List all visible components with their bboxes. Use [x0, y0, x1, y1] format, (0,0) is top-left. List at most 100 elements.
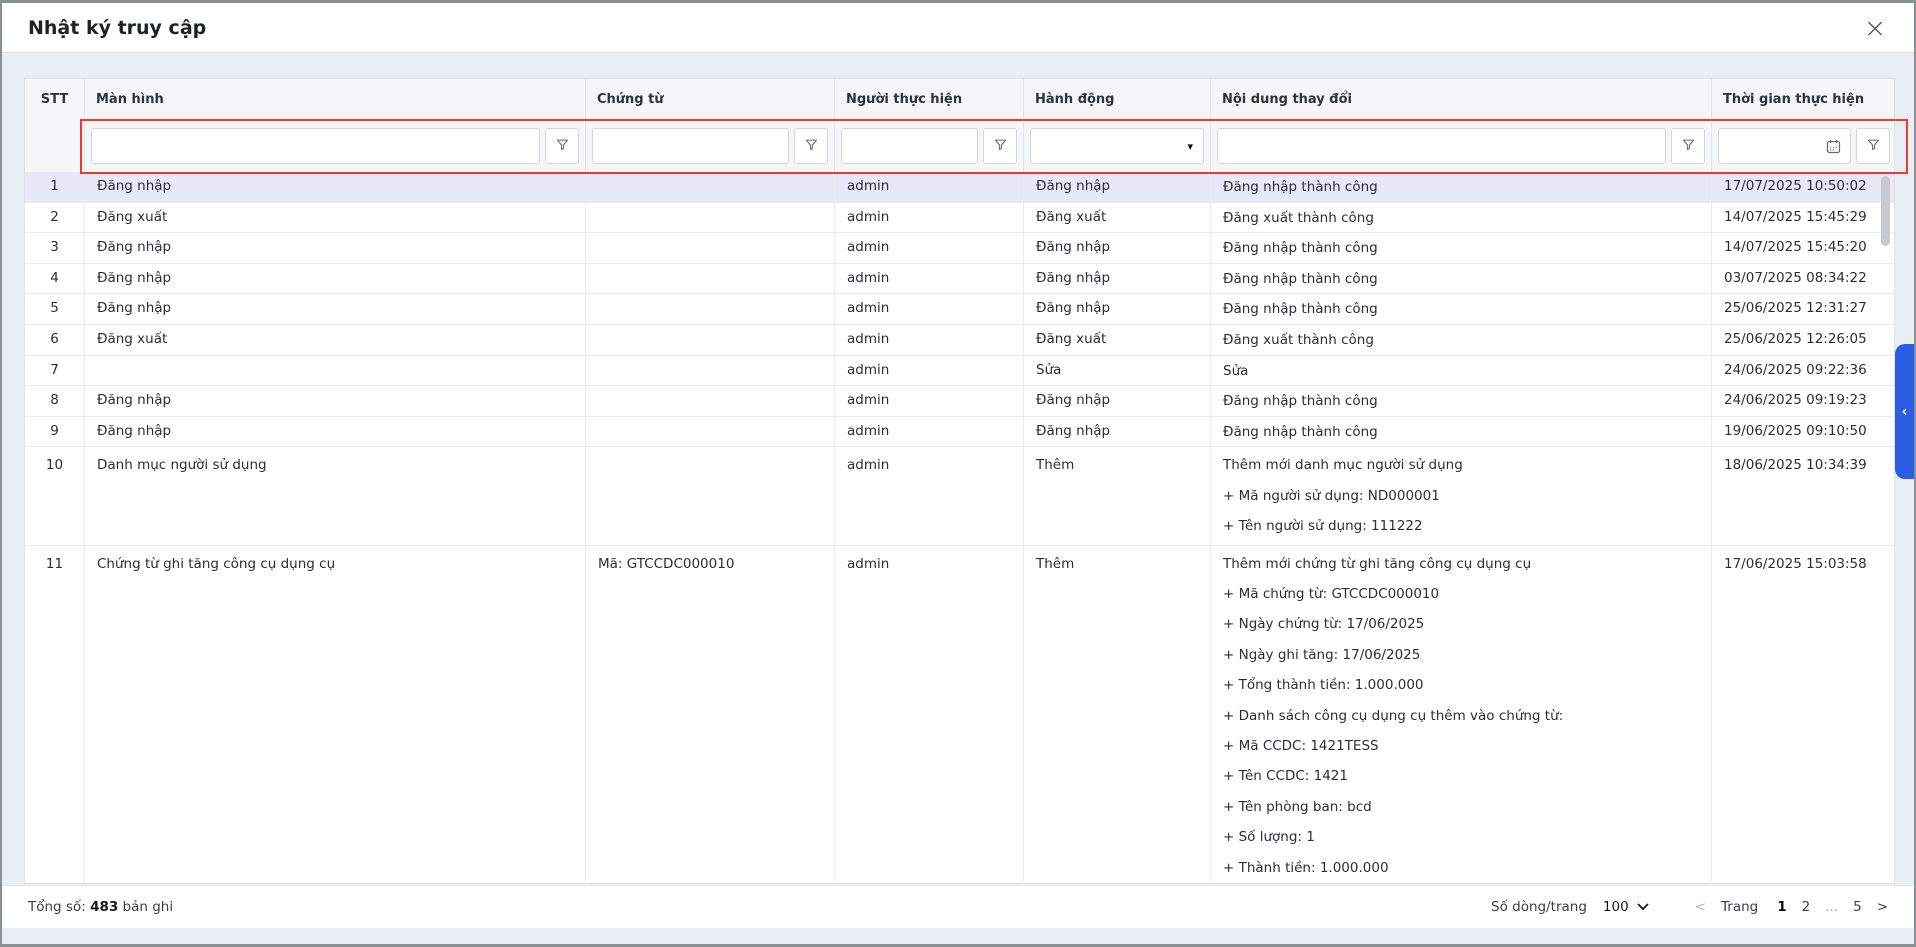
cell-noi-dung-thay-doi: Thêm mới danh mục người sử dụng+ Mã ngườ… — [1211, 447, 1712, 544]
column-header-man-hinh[interactable]: Màn hình — [85, 79, 586, 120]
cell-hanh-dong: Đăng xuất — [1024, 203, 1211, 233]
page-button-5[interactable]: 5 — [1853, 899, 1862, 915]
cell-man-hinh: Đăng nhập — [85, 417, 586, 447]
cell-hanh-dong: Đăng xuất — [1024, 325, 1211, 355]
table-row[interactable]: 11Chứng từ ghi tăng công cụ dụng cụMã: G… — [25, 546, 1894, 884]
hanh-dong-filter-select[interactable]: ▾ — [1030, 128, 1204, 164]
cell-stt: 3 — [25, 233, 85, 263]
column-header-thoi-gian-thuc-hien[interactable]: Thời gian thực hiện — [1712, 79, 1896, 120]
select-caret-icon: ▾ — [1187, 140, 1193, 153]
cell-hanh-dong: Đăng nhập — [1024, 233, 1211, 263]
cell-nguoi-thuc-hien: admin — [835, 417, 1024, 447]
man-hinh-filter-button[interactable] — [545, 128, 579, 164]
side-panel-collapse-tab[interactable]: ‹ — [1895, 344, 1914, 479]
cell-thoi-gian-thuc-hien: 17/06/2025 15:03:58 — [1712, 546, 1895, 884]
filter-funnel-icon — [804, 137, 819, 156]
thoi-gian-filter-input[interactable] — [1727, 129, 1825, 163]
chevron-down-icon — [1637, 903, 1649, 911]
cell-hanh-dong: Đăng nhập — [1024, 264, 1211, 294]
column-header-hanh-dong[interactable]: Hành động — [1024, 79, 1211, 120]
cell-man-hinh: Đăng nhập — [85, 233, 586, 263]
cell-noi-dung-thay-doi: Đăng nhập thành công — [1211, 417, 1712, 447]
cell-noi-dung-thay-doi: Sửa — [1211, 356, 1712, 386]
column-header-chung-tu[interactable]: Chứng từ — [586, 79, 835, 120]
vertical-scrollbar-thumb[interactable] — [1881, 176, 1890, 246]
cell-stt: 8 — [25, 386, 85, 416]
page-size-label: Số dòng/trang — [1491, 899, 1587, 915]
nguoi-thuc-hien-filter-input[interactable] — [850, 129, 969, 163]
table-row[interactable]: 8Đăng nhậpadminĐăng nhậpĐăng nhập thành … — [25, 386, 1894, 417]
nguoi-thuc-hien-filter-button[interactable] — [983, 128, 1017, 164]
cell-thoi-gian-thuc-hien: 25/06/2025 12:26:05 — [1712, 325, 1895, 355]
cell-nguoi-thuc-hien: admin — [835, 386, 1024, 416]
table-body: 1Đăng nhậpadminĐăng nhậpĐăng nhập thành … — [24, 172, 1895, 884]
page-ellipsis: ... — [1825, 899, 1838, 915]
previous-page-button[interactable]: < — [1695, 899, 1706, 915]
close-button[interactable]: × — [1858, 11, 1892, 45]
table-row[interactable]: 9Đăng nhậpadminĐăng nhậpĐăng nhập thành … — [25, 417, 1894, 448]
cell-hanh-dong: Đăng nhập — [1024, 294, 1211, 324]
table-header-row: STT Màn hình Chứng từ Người thực hiện Hà… — [24, 78, 1895, 120]
chung-tu-filter-button[interactable] — [794, 128, 828, 164]
noi-dung-filter-input[interactable] — [1226, 129, 1657, 163]
total-value: 483 — [90, 899, 118, 915]
cell-thoi-gian-thuc-hien: 14/07/2025 15:45:20 — [1712, 233, 1895, 263]
cell-man-hinh: Đăng nhập — [85, 172, 586, 202]
cell-thoi-gian-thuc-hien: 18/06/2025 10:34:39 — [1712, 447, 1895, 544]
table-row[interactable]: 4Đăng nhậpadminĐăng nhậpĐăng nhập thành … — [25, 264, 1894, 295]
filter-cell-hanh-dong: ▾ — [1024, 120, 1211, 172]
total-prefix: Tổng số: — [28, 899, 86, 915]
table-row[interactable]: 7adminSửaSửa24/06/2025 09:22:36 — [25, 356, 1894, 387]
filter-cell-stt — [25, 120, 85, 172]
man-hinh-filter-input[interactable] — [100, 129, 531, 163]
table-row[interactable]: 1Đăng nhậpadminĐăng nhậpĐăng nhập thành … — [25, 172, 1894, 203]
next-page-button[interactable]: > — [1877, 899, 1888, 915]
cell-thoi-gian-thuc-hien: 25/06/2025 12:31:27 — [1712, 294, 1895, 324]
cell-nguoi-thuc-hien: admin — [835, 447, 1024, 544]
footer-bar: Tổng số: 483 bản ghi Số dòng/trang 100 <… — [2, 885, 1914, 928]
page-size-value: 100 — [1603, 899, 1629, 915]
pagination: < Trang 1 2 ... 5 > — [1695, 899, 1888, 915]
cell-thoi-gian-thuc-hien: 24/06/2025 09:19:23 — [1712, 386, 1895, 416]
dialog-title: Nhật ký truy cập — [28, 17, 206, 39]
close-icon: × — [1864, 15, 1887, 42]
cell-chung-tu: Mã: GTCCDC000010 — [586, 546, 835, 884]
cell-chung-tu — [586, 356, 835, 386]
filter-funnel-icon — [1681, 137, 1696, 156]
cell-nguoi-thuc-hien: admin — [835, 356, 1024, 386]
thoi-gian-date-input[interactable] — [1718, 128, 1851, 164]
chung-tu-filter-input[interactable] — [601, 129, 780, 163]
table-row[interactable]: 5Đăng nhậpadminĐăng nhậpĐăng nhập thành … — [25, 294, 1894, 325]
cell-stt: 6 — [25, 325, 85, 355]
cell-man-hinh: Đăng xuất — [85, 325, 586, 355]
cell-chung-tu — [586, 417, 835, 447]
filter-funnel-icon — [1866, 137, 1881, 156]
cell-chung-tu — [586, 203, 835, 233]
column-header-nguoi-thuc-hien[interactable]: Người thực hiện — [835, 79, 1024, 120]
cell-noi-dung-thay-doi: Đăng xuất thành công — [1211, 325, 1712, 355]
column-header-stt[interactable]: STT — [25, 79, 85, 120]
cell-hanh-dong: Đăng nhập — [1024, 386, 1211, 416]
cell-chung-tu — [586, 233, 835, 263]
chevron-left-icon: ‹ — [1902, 405, 1908, 419]
page-word-label: Trang — [1721, 899, 1758, 915]
column-header-noi-dung-thay-doi[interactable]: Nội dung thay đổi — [1211, 79, 1712, 120]
cell-stt: 1 — [25, 172, 85, 202]
total-records: Tổng số: 483 bản ghi — [28, 899, 173, 915]
cell-chung-tu — [586, 447, 835, 544]
table-row[interactable]: 10Danh mục người sử dụngadminThêmThêm mớ… — [25, 447, 1894, 545]
noi-dung-filter-button[interactable] — [1671, 128, 1705, 164]
cell-hanh-dong: Thêm — [1024, 447, 1211, 544]
filter-cell-chung-tu — [586, 120, 835, 172]
cell-hanh-dong: Đăng nhập — [1024, 172, 1211, 202]
thoi-gian-filter-button[interactable] — [1856, 128, 1890, 164]
table-row[interactable]: 2Đăng xuấtadminĐăng xuấtĐăng xuất thành … — [25, 203, 1894, 234]
page-button-1[interactable]: 1 — [1777, 899, 1786, 915]
page-button-2[interactable]: 2 — [1802, 899, 1811, 915]
page-size-select[interactable]: 100 — [1603, 899, 1649, 915]
table-row[interactable]: 6Đăng xuấtadminĐăng xuấtĐăng xuất thành … — [25, 325, 1894, 356]
table-row[interactable]: 3Đăng nhậpadminĐăng nhậpĐăng nhập thành … — [25, 233, 1894, 264]
cell-nguoi-thuc-hien: admin — [835, 172, 1024, 202]
calendar-icon[interactable] — [1825, 138, 1842, 155]
cell-man-hinh: Đăng nhập — [85, 386, 586, 416]
